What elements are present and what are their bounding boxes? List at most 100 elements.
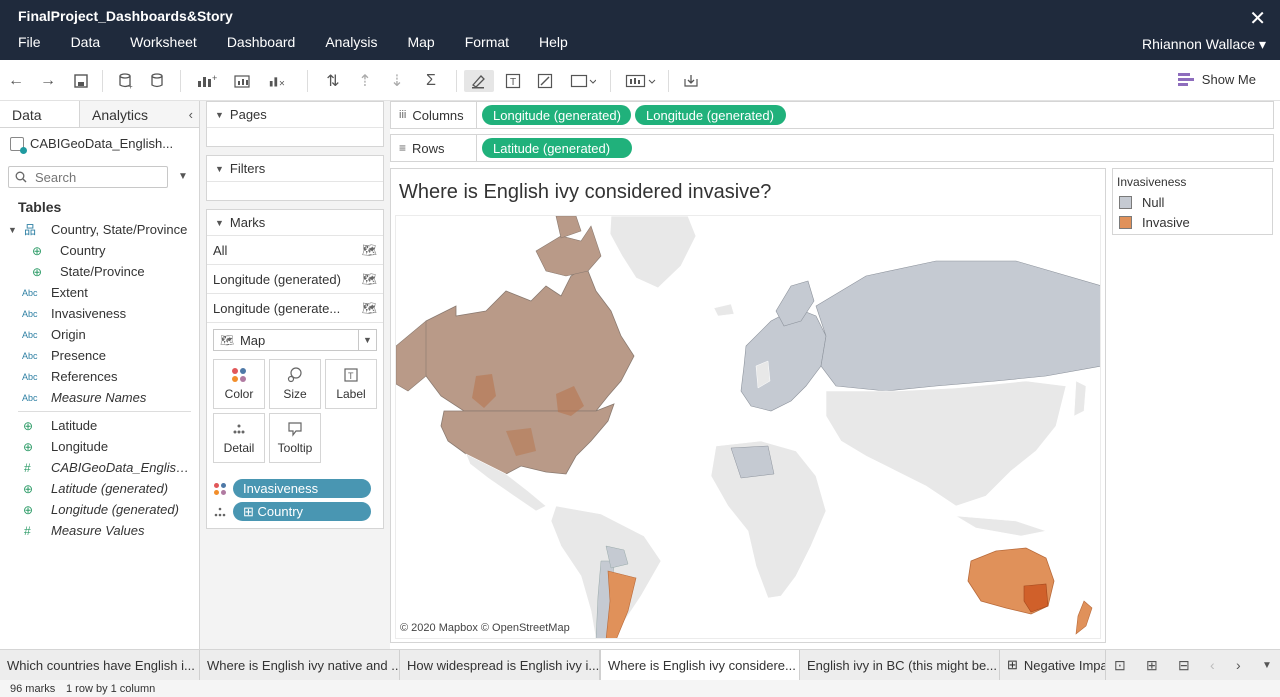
asia-region: [825, 380, 1067, 507]
legend-item-invasive[interactable]: Invasive: [1119, 215, 1190, 230]
field-measure-names[interactable]: Abc Measure Names: [0, 387, 199, 408]
menu-dashboard[interactable]: Dashboard: [227, 34, 308, 56]
field-latitude[interactable]: ⊕ Latitude: [0, 415, 199, 436]
marks-layer-all[interactable]: All 🗺: [207, 236, 383, 265]
sheet-tab[interactable]: How widespread is English ivy i...: [400, 650, 600, 680]
data-source-item[interactable]: CABIGeoData_English...: [0, 128, 199, 159]
field-label: Measure Values: [51, 523, 145, 538]
filters-card[interactable]: ▼ Filters: [206, 155, 384, 201]
size-icon: [287, 367, 302, 383]
color-button[interactable]: Color: [213, 359, 265, 409]
detail-icon: [214, 507, 226, 516]
map-attribution[interactable]: © 2020 Mapbox © OpenStreetMap: [400, 622, 570, 634]
save-icon[interactable]: [70, 70, 92, 92]
sheet-tab[interactable]: ⊞ Negative Impa: [1000, 650, 1106, 680]
sheet-tab[interactable]: English ivy in BC (this might be...: [800, 650, 1000, 680]
field-country[interactable]: ⊕ Country: [0, 240, 199, 261]
rows-shelf[interactable]: ≡ Rows Latitude (generated): [390, 134, 1274, 162]
forward-arrow-icon[interactable]: →: [37, 70, 59, 92]
back-arrow-icon[interactable]: ←: [5, 70, 27, 92]
label-button[interactable]: T Label: [325, 359, 377, 409]
marks-layer-longitude-1[interactable]: Longitude (generated) 🗺: [207, 265, 383, 294]
field-extent[interactable]: Abc Extent: [0, 282, 199, 303]
field-origin[interactable]: Abc Origin: [0, 324, 199, 345]
marks-card-header: ▼ Marks: [207, 210, 383, 236]
user-menu[interactable]: Rhiannon Wallace ▾: [1142, 36, 1266, 53]
rows-columns-count: 1 row by 1 column: [66, 683, 156, 695]
field-state-province[interactable]: ⊕ State/Province: [0, 261, 199, 282]
menu-worksheet[interactable]: Worksheet: [130, 34, 209, 56]
new-data-source-icon[interactable]: +: [115, 70, 137, 92]
field-references[interactable]: Abc References: [0, 366, 199, 387]
invasiveness-pill[interactable]: Invasiveness: [233, 479, 371, 498]
columns-pill-longitude-2[interactable]: Longitude (generated): [635, 105, 786, 125]
iceland-region: [713, 303, 735, 317]
duplicate-sheet-icon[interactable]: [232, 70, 254, 92]
rows-pill-latitude[interactable]: Latitude (generated): [482, 138, 632, 158]
country-pill[interactable]: ⊞ Country: [233, 502, 371, 521]
scroll-right-icon[interactable]: ›: [1236, 657, 1241, 673]
search-box[interactable]: [8, 166, 168, 188]
totals-icon[interactable]: Σ: [420, 70, 442, 92]
legend-item-null[interactable]: Null: [1119, 195, 1164, 210]
fit-icon[interactable]: [568, 70, 598, 92]
new-worksheet-tab-icon[interactable]: ⊡: [1114, 657, 1126, 674]
field-measure-values[interactable]: # Measure Values: [0, 520, 199, 541]
field-longitude-generated[interactable]: ⊕ Longitude (generated): [0, 499, 199, 520]
field-invasiveness[interactable]: Abc Invasiveness: [0, 303, 199, 324]
new-story-tab-icon[interactable]: ⊟: [1178, 657, 1190, 674]
clear-sheet-icon[interactable]: ×: [268, 70, 290, 92]
field-label: Extent: [51, 285, 88, 300]
collapse-pane-icon[interactable]: ‹: [189, 107, 193, 122]
search-options-icon[interactable]: ▼: [178, 171, 188, 182]
field-longitude[interactable]: ⊕ Longitude: [0, 436, 199, 457]
fix-axes-icon[interactable]: [534, 70, 556, 92]
field-record-count[interactable]: # CABIGeoData_EnglishI...: [0, 457, 199, 478]
menu-help[interactable]: Help: [539, 34, 580, 56]
tabs-menu-icon[interactable]: ▼: [1262, 660, 1272, 671]
scroll-left-icon[interactable]: ‹: [1210, 657, 1215, 673]
new-dashboard-tab-icon[interactable]: ⊞: [1146, 657, 1158, 674]
highlight-icon[interactable]: [464, 70, 494, 92]
menu-analysis[interactable]: Analysis: [325, 34, 389, 56]
marks-layer-longitude-2[interactable]: Longitude (generate... 🗺: [207, 294, 383, 323]
color-legend[interactable]: Invasiveness Null Invasive: [1112, 168, 1273, 235]
presentation-icon[interactable]: [624, 70, 658, 92]
mark-type-select[interactable]: 🗺 Map ▼: [213, 329, 377, 351]
menu-data[interactable]: Data: [71, 34, 113, 56]
menu-map[interactable]: Map: [407, 34, 446, 56]
field-hierarchy-country-state[interactable]: ▼ 品 Country, State/Province: [0, 219, 199, 240]
new-worksheet-icon[interactable]: +: [196, 70, 218, 92]
field-latitude-generated[interactable]: ⊕ Latitude (generated): [0, 478, 199, 499]
field-label: Latitude (generated): [51, 481, 169, 496]
field-presence[interactable]: Abc Presence: [0, 345, 199, 366]
field-label: Latitude: [51, 418, 98, 433]
viz-title: Where is English ivy considered invasive…: [399, 181, 772, 203]
toolbar-divider: [307, 70, 308, 92]
world-map[interactable]: © 2020 Mapbox © OpenStreetMap: [395, 215, 1101, 639]
sort-ascending-icon[interactable]: ⇡: [354, 70, 376, 92]
sheet-tab[interactable]: Where is English ivy native and ...: [200, 650, 400, 680]
tooltip-button[interactable]: Tooltip: [269, 413, 321, 463]
tab-analytics[interactable]: Analytics: [80, 101, 199, 127]
menu-format[interactable]: Format: [465, 34, 521, 56]
detail-button[interactable]: Detail: [213, 413, 265, 463]
sheet-tab[interactable]: Which countries have English i...: [0, 650, 200, 680]
pages-card[interactable]: ▼ Pages: [206, 101, 384, 147]
tab-data[interactable]: Data: [0, 101, 80, 127]
share-icon[interactable]: [680, 70, 702, 92]
pause-updates-icon[interactable]: [147, 70, 169, 92]
swap-rows-columns-icon[interactable]: ⇅: [322, 70, 344, 92]
show-me-button[interactable]: Show Me: [1177, 72, 1256, 87]
menu-file[interactable]: File: [18, 34, 53, 56]
labels-icon[interactable]: T: [502, 70, 524, 92]
sheet-tab-active[interactable]: Where is English ivy considere...: [600, 650, 800, 680]
legend-swatch: [1119, 196, 1132, 209]
columns-shelf[interactable]: iii Columns Longitude (generated) Longit…: [390, 101, 1274, 129]
close-icon[interactable]: ✕: [1249, 6, 1266, 31]
search-input[interactable]: [35, 169, 155, 185]
columns-pill-longitude-1[interactable]: Longitude (generated): [482, 105, 631, 125]
size-button[interactable]: Size: [269, 359, 321, 409]
legend-swatch: [1119, 216, 1132, 229]
sort-descending-icon[interactable]: ⇣: [386, 70, 408, 92]
